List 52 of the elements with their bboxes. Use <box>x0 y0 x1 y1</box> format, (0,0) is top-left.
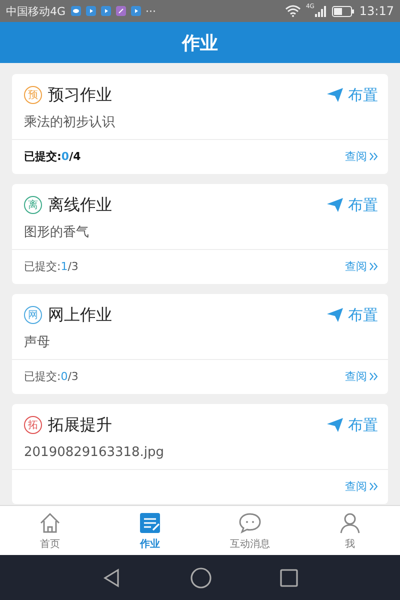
recent-apps-button[interactable] <box>280 568 298 586</box>
more-indicator: ··· <box>146 4 156 18</box>
app-icon <box>116 6 126 16</box>
category-badge: 网 <box>24 306 42 324</box>
view-link[interactable]: 查阅 <box>345 369 378 384</box>
double-chevron-icon <box>369 152 378 161</box>
notification-icon <box>70 6 81 16</box>
clock-time: 13:17 <box>359 4 394 18</box>
assign-button[interactable]: 布置 <box>327 196 378 214</box>
homework-description: 乘法的初步认识 <box>24 114 116 132</box>
assign-button[interactable]: 布置 <box>327 306 378 324</box>
homework-description: 声母 <box>24 334 51 352</box>
tab-item[interactable]: 首页 <box>0 506 100 555</box>
back-button[interactable] <box>102 568 122 588</box>
chat-bubble-icon <box>237 510 263 534</box>
assign-button[interactable]: 布置 <box>327 416 378 434</box>
send-icon <box>327 88 343 102</box>
view-link[interactable]: 查阅 <box>345 149 378 164</box>
homework-title: 预习作业 <box>48 84 113 106</box>
category-badge: 预 <box>24 86 42 104</box>
send-icon <box>327 198 343 212</box>
double-chevron-icon <box>369 372 378 381</box>
battery-icon <box>332 6 354 16</box>
list-icon <box>137 510 163 534</box>
homework-title: 网上作业 <box>48 304 113 326</box>
submission-count: 已提交:0/3 <box>24 369 78 384</box>
homework-title: 拓展提升 <box>48 414 113 436</box>
double-chevron-icon <box>369 482 378 491</box>
assign-button[interactable]: 布置 <box>327 86 378 104</box>
send-icon <box>327 308 343 322</box>
send-icon <box>327 418 343 432</box>
view-link[interactable]: 查阅 <box>345 479 378 494</box>
view-link[interactable]: 查阅 <box>345 259 378 274</box>
wifi-icon <box>284 5 301 17</box>
homework-title: 离线作业 <box>48 194 113 216</box>
submission-count: 已提交:1/3 <box>24 259 78 274</box>
play-icon <box>100 6 111 16</box>
signal-icon <box>315 6 328 16</box>
home-button[interactable] <box>190 566 212 588</box>
carrier-name: 中国移动4G <box>6 4 66 18</box>
double-chevron-icon <box>369 262 378 271</box>
tab-item[interactable]: 互动消息 <box>200 506 300 555</box>
page-title: 作业 <box>182 32 218 54</box>
homework-description: 图形的香气 <box>24 224 90 242</box>
homework-description: 20190829163318.jpg <box>24 444 166 462</box>
submission-count: 已提交:0/4 <box>24 149 81 164</box>
category-badge: 拓 <box>24 416 42 434</box>
play-icon <box>130 6 141 16</box>
tab-item[interactable]: 我 <box>300 506 400 555</box>
play-icon <box>86 6 96 16</box>
tab-item[interactable]: 作业 <box>100 506 200 555</box>
category-badge: 离 <box>24 196 42 214</box>
